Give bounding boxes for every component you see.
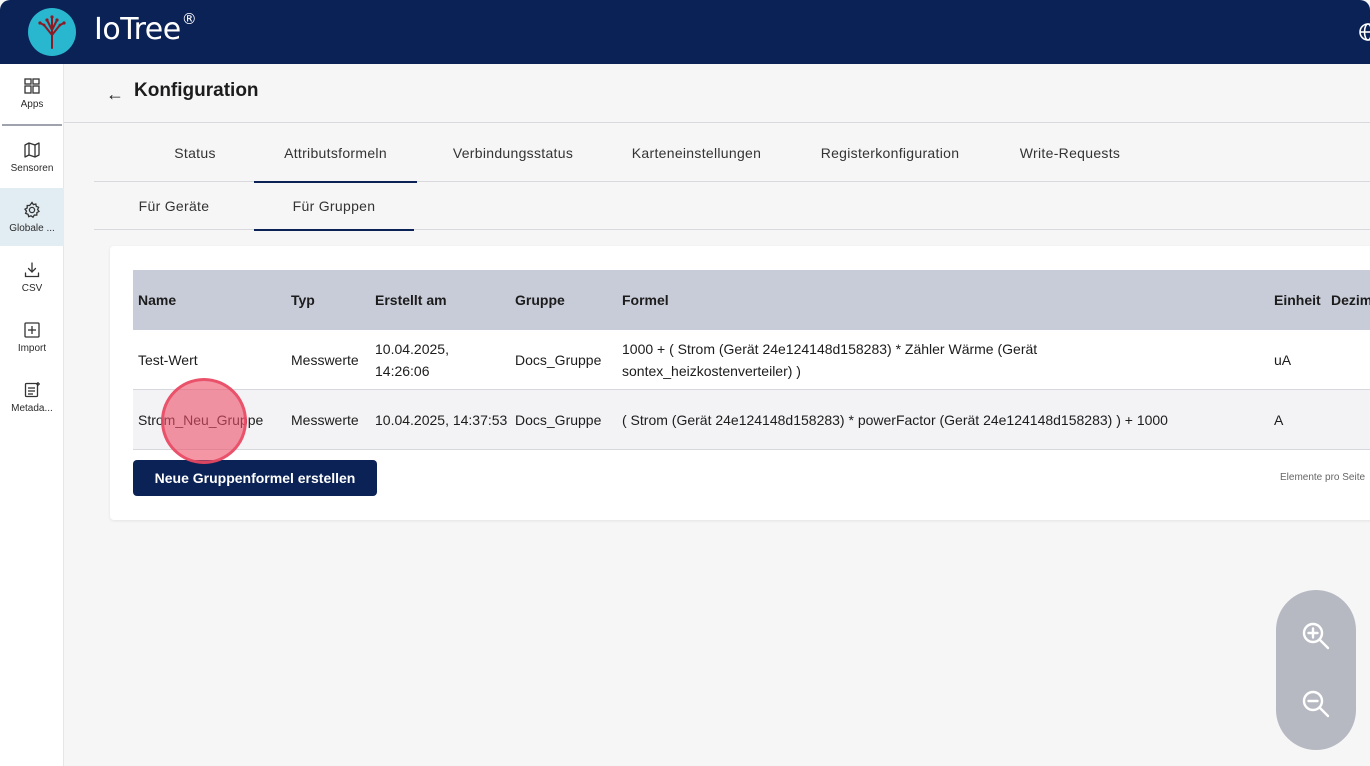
table-row[interactable]: Test-Wert Messwerte 10.04.2025, 14:26:06 … [133, 330, 1370, 390]
column-header-dezimal[interactable]: Dezim [1331, 270, 1370, 330]
zoom-out-icon[interactable] [1298, 686, 1334, 722]
download-icon [24, 261, 40, 277]
cell-typ: Messwerte [291, 352, 359, 368]
sidebar-item-import[interactable]: Import [0, 308, 64, 366]
tab-write-requests[interactable]: Write-Requests [1000, 124, 1140, 182]
add-box-icon [24, 321, 40, 338]
sidebar-item-label: Sensoren [10, 162, 54, 174]
tab-karteneinstellungen[interactable]: Karteneinstellungen [609, 124, 784, 182]
column-header-einheit[interactable]: Einheit [1274, 270, 1321, 330]
cell-formel: 1000 + ( Strom (Gerät 24e124148d158283) … [622, 341, 1038, 379]
sidebar-item-globale[interactable]: Globale ... [0, 188, 64, 246]
column-header-erstellt[interactable]: Erstellt am [375, 270, 447, 330]
column-header-gruppe[interactable]: Gruppe [515, 270, 565, 330]
tab-status[interactable]: Status [125, 124, 265, 182]
cell-formel: ( Strom (Gerät 24e124148d158283) * power… [622, 412, 1168, 428]
sidebar-item-label: Metada... [11, 402, 53, 414]
column-header-typ[interactable]: Typ [291, 270, 315, 330]
sidebar-item-label: Globale ... [9, 222, 55, 234]
subtab-fuer-gruppen[interactable]: Für Gruppen [254, 182, 414, 231]
sidebar-item-label: Apps [20, 98, 44, 110]
app-title: IoTree® [94, 10, 197, 47]
top-bar: IoTree® [0, 0, 1370, 64]
items-per-page-label: Elemente pro Seite [1280, 472, 1366, 483]
table-header: Name Typ Erstellt am Gruppe Formel Einhe… [133, 270, 1370, 330]
gear-icon [24, 200, 40, 218]
grid-icon [24, 77, 40, 94]
cell-gruppe: Docs_Gruppe [515, 412, 602, 428]
main-tabs: Status Attributsformeln Verbindungsstatu… [94, 124, 1370, 183]
map-icon [24, 141, 40, 158]
sidebar-item-label: CSV [21, 282, 43, 294]
page-title: Konfiguration [134, 80, 259, 101]
sidebar-divider [2, 124, 62, 126]
page-header: ← Konfiguration [64, 64, 1370, 123]
cell-typ: Messwerte [291, 412, 359, 428]
back-arrow-icon[interactable]: ← [106, 84, 124, 105]
cell-gruppe: Docs_Gruppe [515, 352, 602, 368]
table-row[interactable]: Strom_Neu_Gruppe Messwerte 10.04.2025, 1… [133, 390, 1370, 450]
column-header-name[interactable]: Name [138, 270, 176, 330]
sidebar-item-apps[interactable]: Apps [0, 64, 64, 122]
zoom-controls [1276, 590, 1356, 750]
cell-erstellt: 10.04.2025, 14:26:06 [375, 341, 449, 379]
sidebar-item-sensoren[interactable]: Sensoren [0, 128, 64, 186]
sidebar: Apps Sensoren Globale ... CSV Import Met… [0, 64, 64, 766]
cell-name: Test-Wert [138, 352, 198, 368]
cell-name: Strom_Neu_Gruppe [138, 412, 264, 428]
cell-erstellt: 10.04.2025, 14:37:53 [375, 412, 508, 428]
cell-einheit: uA [1274, 352, 1292, 368]
tab-attributsformeln[interactable]: Attributsformeln [254, 124, 417, 183]
create-group-formula-button[interactable]: Neue Gruppenformel erstellen [133, 460, 377, 496]
sub-tabs: Für Geräte Für Gruppen [94, 182, 1370, 231]
cell-einheit: A [1274, 412, 1284, 428]
sidebar-item-csv[interactable]: CSV [0, 248, 64, 306]
tab-verbindungsstatus[interactable]: Verbindungsstatus [431, 124, 595, 182]
note-icon [24, 381, 40, 397]
globe-icon[interactable] [1358, 22, 1370, 42]
sidebar-item-metadata[interactable]: Metada... [0, 368, 64, 426]
column-header-formel[interactable]: Formel [622, 270, 669, 330]
tab-registerkonfiguration[interactable]: Registerkonfiguration [802, 124, 978, 182]
sidebar-item-label: Import [17, 342, 47, 354]
zoom-in-icon[interactable] [1298, 618, 1334, 654]
tree-icon [38, 15, 66, 49]
iotree-logo[interactable] [28, 8, 76, 56]
subtab-fuer-geraete[interactable]: Für Geräte [114, 182, 234, 230]
